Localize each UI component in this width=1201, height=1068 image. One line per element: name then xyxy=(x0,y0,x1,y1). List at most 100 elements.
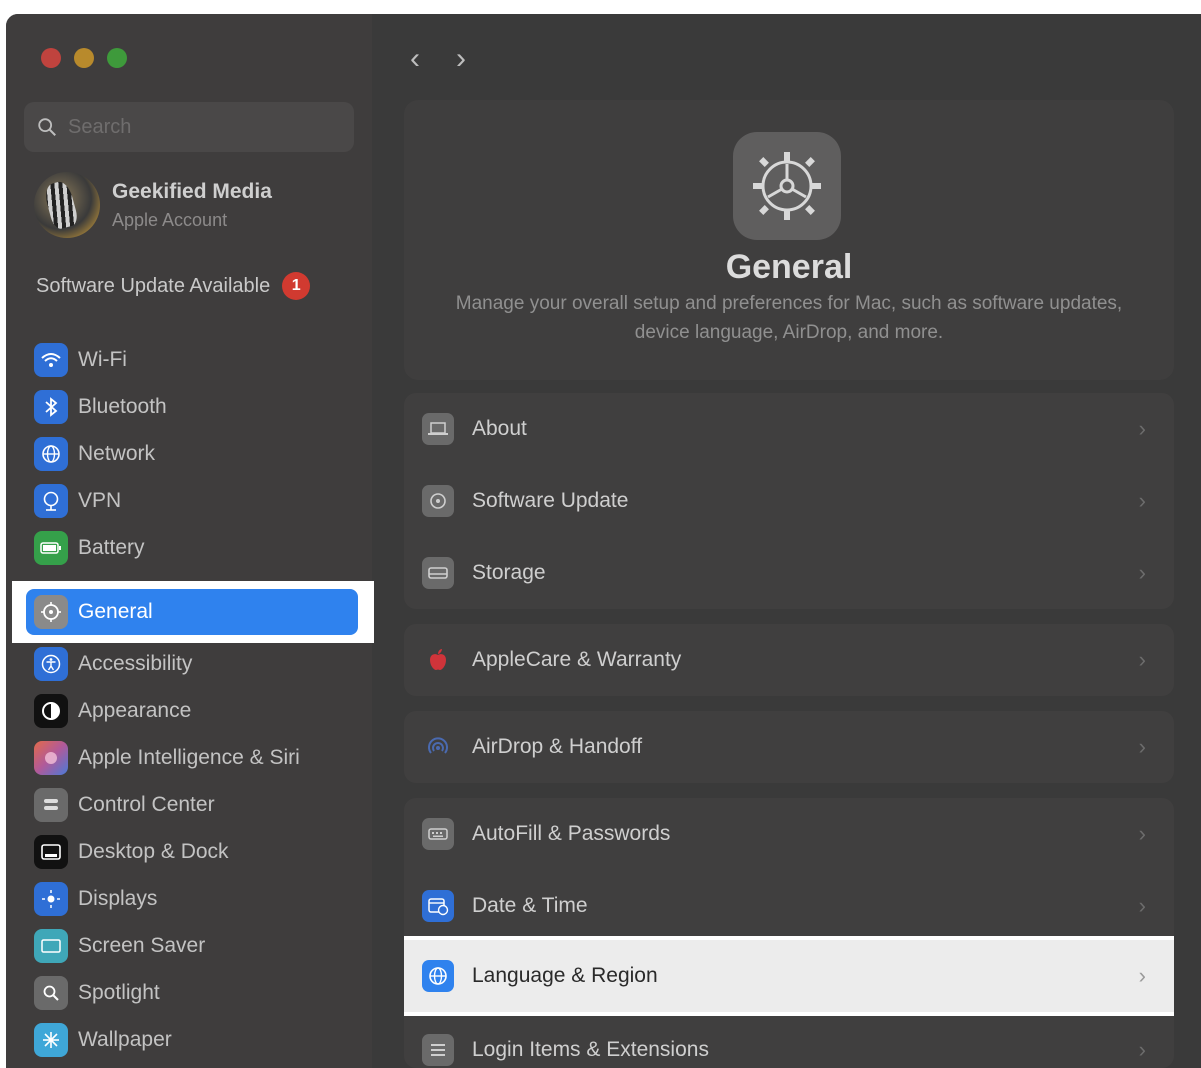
sidebar-item-label: Control Center xyxy=(78,792,215,816)
accessibility-icon xyxy=(34,646,68,681)
sidebar-item-displays[interactable]: Displays xyxy=(34,875,354,922)
sidebar-item-bluetooth[interactable]: Bluetooth xyxy=(34,383,354,430)
keyboard-icon xyxy=(422,818,454,850)
forward-button[interactable]: › xyxy=(456,42,466,76)
wallpaper-icon xyxy=(34,1022,68,1057)
displays-icon xyxy=(34,881,68,916)
row-label: Software Update xyxy=(472,489,629,512)
sidebar: Geekified Media Apple Account Software U… xyxy=(6,14,372,1068)
row-autofill[interactable]: AutoFill & Passwords › xyxy=(404,798,1174,870)
sidebar-item-screen-saver[interactable]: Screen Saver xyxy=(34,922,354,969)
row-label: Storage xyxy=(472,561,546,584)
chevron-right-icon: › xyxy=(1138,647,1146,672)
sidebar-item-label: Battery xyxy=(78,535,145,559)
wifi-icon xyxy=(34,342,68,377)
page-description: Manage your overall setup and preference… xyxy=(455,293,1123,343)
sidebar-item-battery[interactable]: Battery xyxy=(34,524,354,571)
sidebar-item-vpn[interactable]: VPN xyxy=(34,477,354,524)
general-header: General Manage your overall setup and pr… xyxy=(404,100,1174,380)
sidebar-item-label: Network xyxy=(78,441,156,465)
chevron-right-icon: › xyxy=(1138,560,1146,585)
sidebar-item-label: Wi-Fi xyxy=(78,347,127,371)
gear-icon xyxy=(733,132,841,240)
update-badge: 1 xyxy=(282,272,311,300)
sidebar-item-label: VPN xyxy=(78,488,122,512)
account-name: Geekified Media xyxy=(112,179,272,203)
spotlight-icon xyxy=(34,975,68,1010)
sidebar-selection-highlight: General xyxy=(12,581,374,643)
gear-icon xyxy=(34,595,68,629)
sidebar-item-label: Apple Intelligence & Siri xyxy=(78,745,300,769)
sidebar-item-label: Screen Saver xyxy=(78,933,206,957)
settings-group: AppleCare & Warranty › xyxy=(404,624,1174,696)
settings-group: AirDrop & Handoff › xyxy=(404,711,1174,783)
minimize-button[interactable] xyxy=(74,48,94,68)
bluetooth-icon xyxy=(34,389,68,424)
settings-group: AutoFill & Passwords › Date & Time › Log… xyxy=(404,798,1174,1068)
row-airdrop[interactable]: AirDrop & Handoff › xyxy=(404,711,1174,783)
avatar xyxy=(34,172,100,238)
sidebar-item-desktop-dock[interactable]: Desktop & Dock xyxy=(34,828,354,875)
chevron-right-icon: › xyxy=(1138,488,1146,513)
sidebar-item-appearance[interactable]: Appearance xyxy=(34,687,354,734)
row-label: About xyxy=(472,417,527,440)
chevron-right-icon: › xyxy=(1138,416,1146,441)
chevron-right-icon: › xyxy=(1138,1037,1146,1062)
sidebar-item-label: Spotlight xyxy=(78,980,160,1004)
sidebar-item-label: General xyxy=(78,600,153,623)
apple-icon xyxy=(422,644,454,676)
update-label: Software Update Available xyxy=(36,274,271,297)
back-button[interactable]: ‹ xyxy=(410,42,420,76)
row-label: AutoFill & Passwords xyxy=(472,822,671,845)
sidebar-item-wifi[interactable]: Wi-Fi xyxy=(34,336,354,383)
chevron-right-icon: › xyxy=(1138,963,1146,988)
row-language-region[interactable]: Language & Region › xyxy=(404,940,1174,1012)
sidebar-item-label: Appearance xyxy=(78,698,192,722)
appearance-icon xyxy=(34,693,68,728)
gear-icon xyxy=(422,485,454,517)
search-input[interactable] xyxy=(68,115,328,139)
search-field[interactable] xyxy=(24,102,354,152)
window-controls xyxy=(41,48,127,68)
siri-icon xyxy=(34,740,68,775)
page-title: General xyxy=(725,248,853,286)
row-date-time[interactable]: Date & Time › xyxy=(404,870,1174,942)
software-update-available[interactable]: Software Update Available 1 xyxy=(36,272,311,300)
sidebar-item-wallpaper[interactable]: Wallpaper xyxy=(34,1016,354,1063)
sidebar-item-spotlight[interactable]: Spotlight xyxy=(34,969,354,1016)
search-icon xyxy=(38,118,56,136)
dock-icon xyxy=(34,834,68,869)
sidebar-item-network[interactable]: Network xyxy=(34,430,354,477)
chevron-right-icon: › xyxy=(1138,893,1146,918)
settings-window: Geekified Media Apple Account Software U… xyxy=(6,14,1201,1068)
apple-account[interactable]: Geekified Media Apple Account xyxy=(34,172,272,238)
screen-saver-icon xyxy=(34,928,68,963)
chevron-right-icon: › xyxy=(1138,734,1146,759)
sidebar-item-label: Accessibility xyxy=(78,651,193,675)
zoom-button[interactable] xyxy=(107,48,127,68)
row-storage[interactable]: Storage › xyxy=(404,537,1174,609)
sidebar-item-accessibility[interactable]: Accessibility xyxy=(34,640,354,687)
row-highlight: Language & Region › xyxy=(404,936,1174,1016)
sidebar-item-siri[interactable]: Apple Intelligence & Siri xyxy=(34,734,354,781)
row-label: Login Items & Extensions xyxy=(472,1038,709,1061)
row-about[interactable]: About › xyxy=(404,393,1174,465)
row-label: AirDrop & Handoff xyxy=(472,735,643,758)
sidebar-item-label: Displays xyxy=(78,886,158,910)
row-applecare[interactable]: AppleCare & Warranty › xyxy=(404,624,1174,696)
close-button[interactable] xyxy=(41,48,61,68)
calendar-clock-icon xyxy=(422,890,454,922)
sidebar-item-label: Desktop & Dock xyxy=(78,839,229,863)
globe-icon xyxy=(422,960,454,992)
row-software-update[interactable]: Software Update › xyxy=(404,465,1174,537)
list-icon xyxy=(422,1034,454,1066)
navigation-arrows: ‹ › xyxy=(410,42,466,76)
control-center-icon xyxy=(34,787,68,822)
row-label: AppleCare & Warranty xyxy=(472,648,682,671)
vpn-icon xyxy=(34,483,68,518)
storage-icon xyxy=(422,557,454,589)
sidebar-item-general[interactable]: General xyxy=(26,589,358,635)
row-login-items[interactable]: Login Items & Extensions › xyxy=(404,1014,1174,1068)
battery-icon xyxy=(34,530,68,565)
sidebar-item-control-center[interactable]: Control Center xyxy=(34,781,354,828)
